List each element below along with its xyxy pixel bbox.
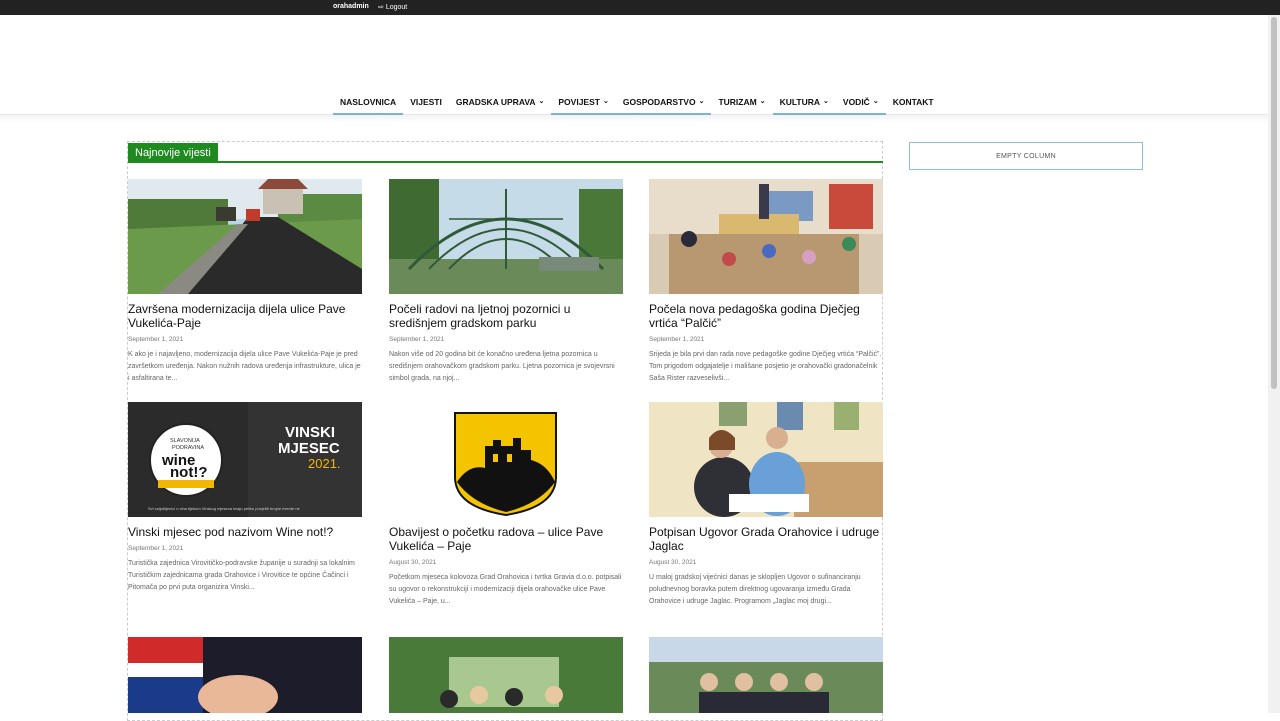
post-date: September 1, 2021: [128, 336, 184, 343]
nav-label: KULTURA: [779, 97, 821, 107]
post-title[interactable]: Vinski mjesec pod nazivom Wine not!?: [128, 525, 362, 539]
nav-label: KONTAKT: [892, 97, 934, 107]
nav-item-naslovnica[interactable]: NASLOVNICA: [333, 90, 404, 115]
post-title[interactable]: Počeli radovi na ljetnoj pozornici u sre…: [389, 302, 623, 330]
post-excerpt: U maloj gradskoj vijećnici danas je sklo…: [649, 574, 861, 605]
post-thumbnail[interactable]: [389, 179, 623, 294]
badge-sub: PODRAVINA: [172, 445, 204, 451]
post-thumbnail[interactable]: [389, 637, 623, 713]
nav-label: VIJESTI: [410, 97, 442, 107]
coat-of-arms-icon: [454, 412, 557, 517]
post-date: September 1, 2021: [649, 336, 705, 343]
nav-item-turizam[interactable]: TURIZAM ⌄: [711, 90, 772, 115]
nav-label: NASLOVNICA: [340, 97, 397, 107]
post-excerpt: Srijeda je bila prvi dan rada nove pedag…: [649, 351, 882, 382]
post-card: [649, 637, 883, 713]
post-excerpt: Početkom mjeseca kolovoza Grad Orahovica…: [389, 574, 622, 605]
post-excerpt: K ako je i najavljeno, modernizacija dij…: [128, 351, 361, 382]
scrollbar-thumb[interactable]: [1271, 17, 1277, 389]
post-excerpt: Turistička zajednica Virovitičko-podravs…: [128, 560, 355, 591]
vinski-line-1: VINSKI: [285, 424, 336, 441]
chevron-down-icon: ⌄: [759, 98, 766, 105]
post-thumbnail[interactable]: SLAVONIJA PODRAVINA wine not!? VINSKI MJ…: [128, 402, 362, 517]
nav-item-gospodarstvo[interactable]: GOSPODARSTVO ⌄: [615, 90, 712, 115]
nav-label: GOSPODARSTVO: [622, 97, 696, 107]
post-excerpt: Nakon više od 20 godina bit će konačno u…: [389, 351, 615, 382]
post-date: September 1, 2021: [389, 336, 445, 343]
post-title[interactable]: Obavijest o početku radova – ulice Pave …: [389, 525, 623, 553]
nav-label: POVIJEST: [558, 97, 600, 107]
post-thumbnail[interactable]: [128, 637, 362, 713]
main-nav: NASLOVNICA VIJESTI GRADSKA UPRAVA ⌄ POVIJ…: [333, 90, 941, 115]
block-title: Najnovije vijesti: [128, 143, 883, 163]
post-thumbnail[interactable]: [389, 402, 623, 517]
post-title[interactable]: Potpisan Ugovor Grada Orahovice i udruge…: [649, 525, 883, 553]
nav-item-kultura[interactable]: KULTURA ⌄: [772, 90, 837, 115]
post-title[interactable]: Počela nova pedagoška godina Dječjeg vrt…: [649, 302, 883, 330]
post-card: [389, 637, 623, 713]
admin-user-link[interactable]: orahadmin: [333, 3, 369, 10]
nav-item-povijest[interactable]: POVIJEST ⌄: [551, 90, 617, 115]
chevron-down-icon: ⌄: [698, 98, 705, 105]
vinski-footer: Svi zaljubljenici u vina tijekom Vinskog…: [148, 506, 300, 511]
post-card: [128, 637, 362, 713]
chevron-down-icon: ⌄: [823, 98, 829, 105]
post-card: Počeli radovi na ljetnoj pozornici u sre…: [389, 179, 623, 385]
post-thumbnail[interactable]: [128, 179, 362, 294]
post-card: Počela nova pedagoška godina Dječjeg vrt…: [649, 179, 883, 385]
logout-link[interactable]: ⇨ Logout: [378, 3, 407, 11]
post-title[interactable]: Završena modernizacija dijela ulice Pave…: [128, 302, 362, 330]
badge-main-2: not!?: [170, 464, 208, 481]
vinski-line-3: 2021.: [308, 456, 341, 471]
post-card: Potpisan Ugovor Grada Orahovice i udruge…: [649, 402, 883, 608]
post-card: SLAVONIJA PODRAVINA wine not!? VINSKI MJ…: [128, 402, 362, 594]
nav-item-vijesti[interactable]: VIJESTI: [403, 90, 449, 115]
post-date: August 30, 2021: [389, 559, 437, 566]
header-shadow: [0, 115, 1268, 123]
chevron-down-icon: ⌄: [538, 98, 545, 105]
post-thumbnail[interactable]: [649, 402, 883, 517]
admin-bar: orahadmin ⇨ Logout: [0, 0, 1280, 15]
logout-icon: ⇨: [378, 4, 384, 11]
nav-item-gradska-uprava[interactable]: GRADSKA UPRAVA ⌄: [449, 90, 552, 115]
chevron-down-icon: ⌄: [872, 98, 879, 105]
vinski-line-2: MJESEC: [278, 440, 340, 457]
nav-item-kontakt[interactable]: KONTAKT: [886, 90, 941, 115]
chevron-down-icon: ⌄: [602, 98, 609, 105]
post-card: Obavijest o početku radova – ulice Pave …: [389, 402, 623, 608]
post-date: September 1, 2021: [128, 545, 184, 552]
nav-label: VODIČ: [842, 97, 870, 107]
block-title-label: Najnovije vijesti: [128, 143, 218, 161]
nav-label: TURIZAM: [718, 97, 757, 107]
logout-label: Logout: [385, 4, 408, 11]
badge-top: SLAVONIJA: [170, 438, 200, 444]
post-thumbnail[interactable]: [649, 637, 883, 713]
nav-label: GRADSKA UPRAVA: [455, 97, 536, 107]
empty-column: EMPTY COLUMN: [909, 142, 1143, 170]
nav-item-vodic[interactable]: VODIČ ⌄: [835, 90, 886, 115]
post-date: August 30, 2021: [649, 559, 697, 566]
scrollbar[interactable]: [1268, 15, 1280, 713]
post-thumbnail[interactable]: [649, 179, 883, 294]
post-card: Završena modernizacija dijela ulice Pave…: [128, 179, 362, 385]
